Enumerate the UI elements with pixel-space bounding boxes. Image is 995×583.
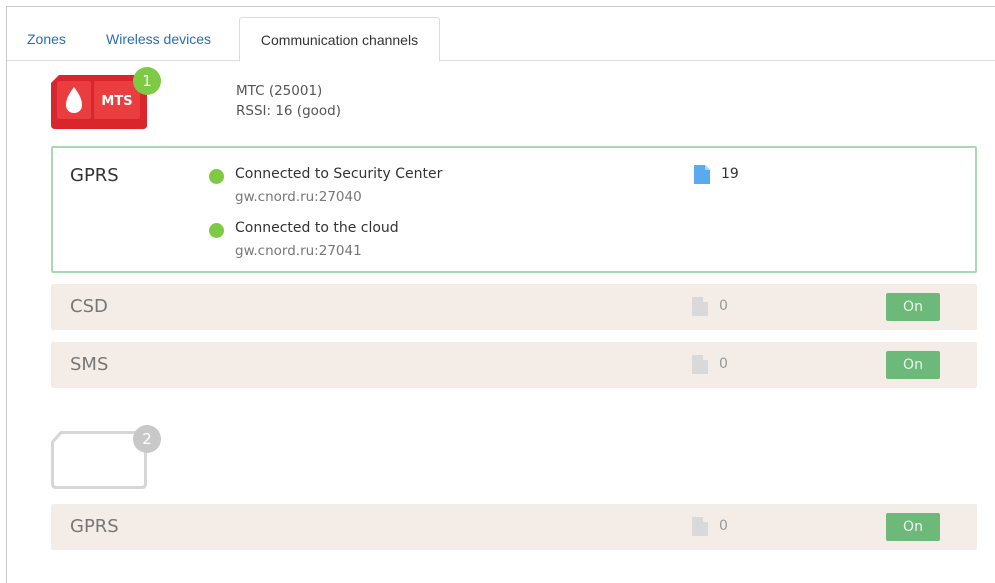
document-icon [694,165,710,184]
connected-dot-icon [209,169,224,184]
channel-row-csd[interactable]: CSD 0 On [51,284,977,330]
toggle-on-button[interactable]: On [886,351,940,379]
event-count-value: 0 [719,298,728,314]
channel-row-gprs[interactable]: GPRS Connected to Security Center gw.cno… [51,146,977,273]
toggle-on-button[interactable]: On [886,293,940,321]
sim-1-rssi: RSSI: 16 (good) [236,103,342,119]
document-icon [692,355,708,374]
sim-1-operator: MTC (25001) [236,83,323,99]
sim-card-2: 2 [51,425,161,489]
channel-row-sms[interactable]: SMS 0 On [51,342,977,388]
status-address: gw.cnord.ru:27040 [235,189,362,205]
sim-1-badge: 1 [133,67,161,95]
app-frame: Zones Wireless devices Communication cha… [6,6,995,583]
channel-name: GPRS [70,165,119,186]
sim-2-badge: 2 [133,425,161,453]
event-count-value: 0 [719,518,728,534]
tab-zones[interactable]: Zones [27,17,66,61]
toggle-on-button[interactable]: On [886,513,940,541]
tab-wireless-devices[interactable]: Wireless devices [106,17,211,61]
tab-bar: Zones Wireless devices Communication cha… [7,17,995,62]
mts-logo-text: MTS [101,94,132,109]
channel-name: SMS [70,354,109,375]
status-address: gw.cnord.ru:27041 [235,243,362,259]
sim-1-info: MTC (25001) RSSI: 16 (good) [236,81,341,121]
channel-row-gprs-sim2[interactable]: GPRS 0 On [51,504,977,550]
tab-communication-channels[interactable]: Communication channels [239,17,440,62]
sim-card-1: MTS 1 [51,67,161,129]
channel-name: GPRS [70,516,119,537]
connected-dot-icon [209,223,224,238]
status-title: Connected to Security Center [235,166,443,182]
channel-name: CSD [70,296,108,317]
event-count-value: 19 [721,166,739,182]
document-icon [692,297,708,316]
event-count-value: 0 [719,356,728,372]
status-title: Connected to the cloud [235,220,399,236]
document-icon [692,517,708,536]
